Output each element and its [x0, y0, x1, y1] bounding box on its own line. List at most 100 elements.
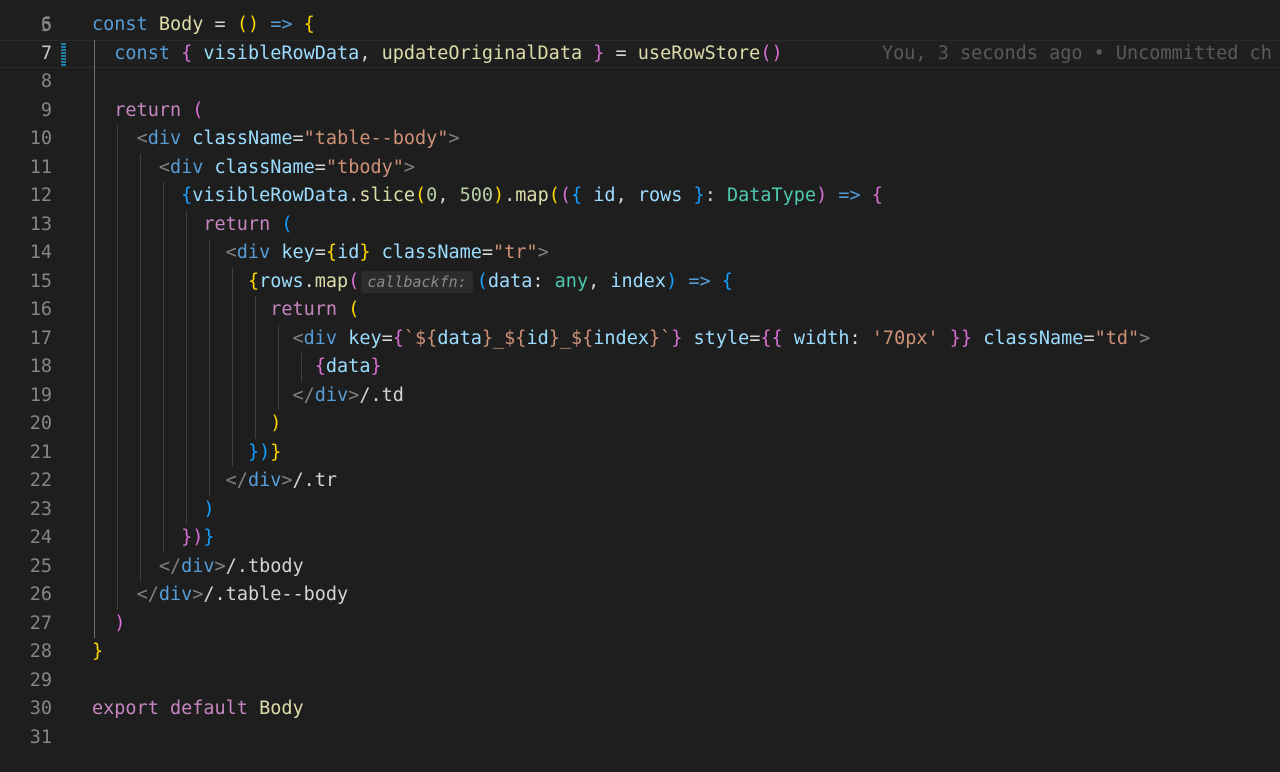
line-number: 24: [29, 527, 52, 548]
code-line[interactable]: 8: [0, 68, 1280, 97]
code-token: {: [871, 185, 883, 206]
code-text: <div key={id} className="tr">: [92, 239, 549, 268]
code-line[interactable]: 7 const { visibleRowData, updateOriginal…: [0, 39, 1280, 68]
code-token: {{: [760, 327, 783, 349]
code-line[interactable]: 25 </div>/.tbody: [0, 553, 1280, 582]
code-line[interactable]: 11 <div className="tbody">: [0, 154, 1280, 183]
code-line[interactable]: 20 ): [0, 410, 1280, 439]
code-line[interactable]: 13 return (: [0, 211, 1280, 240]
code-line-partial[interactable]: 5: [0, 0, 1280, 36]
code-token: {: [314, 356, 326, 377]
code-token: =: [314, 156, 326, 178]
line-number: 23: [29, 498, 52, 520]
code-token: }`: [648, 327, 672, 349]
code-token: div: [314, 384, 349, 406]
code-token: updateOriginalData: [381, 42, 583, 64]
line-number: 19: [29, 384, 52, 406]
code-line[interactable]: 28}: [0, 638, 1280, 667]
code-line[interactable]: 15 {rows.map(callbackfn: (data: any, inde…: [0, 268, 1280, 297]
code-line[interactable]: 24 })}: [0, 524, 1280, 553]
code-line[interactable]: 14 <div key={id} className="tr">: [0, 239, 1280, 268]
code-token: "tbody": [325, 156, 404, 178]
code-token: </: [292, 384, 315, 406]
git-modified-indicator[interactable]: [61, 42, 66, 66]
code-token: :: [704, 185, 727, 206]
code-line[interactable]: 21 })}: [0, 439, 1280, 468]
code-line[interactable]: 16 return (: [0, 296, 1280, 325]
code-token: {: [303, 14, 315, 35]
code-token: (: [415, 185, 427, 206]
code-line[interactable]: 31: [0, 724, 1280, 753]
code-token: map: [515, 185, 549, 206]
indent-guide: [117, 125, 118, 610]
code-token: =: [604, 42, 638, 64]
code-token: id: [337, 242, 360, 263]
code-line[interactable]: 18 {data}: [0, 353, 1280, 382]
code-line[interactable]: 12 {visibleRowData.slice(0, 500).map(({ …: [0, 182, 1280, 211]
code-token: }: [203, 527, 215, 548]
line-number: 8: [40, 71, 52, 92]
code-line[interactable]: 9 return (: [0, 97, 1280, 126]
code-line[interactable]: 23 ): [0, 496, 1280, 525]
code-token: id: [526, 327, 549, 349]
code-token: <: [292, 327, 304, 349]
code-token: ): [493, 185, 505, 206]
code-text: return (: [92, 211, 292, 240]
code-line[interactable]: 10 <div className="table--body">: [0, 125, 1280, 154]
code-line[interactable]: 26 </div>/.table--body: [0, 581, 1280, 610]
code-token: }: [359, 242, 371, 263]
code-line[interactable]: 17 <div key={`${data}_${id}_${index}`} s…: [0, 325, 1280, 354]
code-token: }: [92, 641, 104, 662]
code-token: >: [348, 384, 360, 406]
code-line[interactable]: 19 </div>/.td: [0, 382, 1280, 411]
code-token: .: [504, 185, 516, 206]
line-number: 11: [29, 156, 52, 178]
code-token: >: [192, 584, 204, 605]
code-token: className: [983, 327, 1084, 349]
code-token: </: [136, 584, 159, 605]
code-token: Body: [158, 14, 204, 35]
code-line[interactable]: 29: [0, 667, 1280, 696]
code-token: >: [448, 128, 460, 149]
code-token: =: [203, 14, 237, 35]
code-text: }: [92, 638, 103, 667]
code-token: =: [749, 327, 761, 349]
code-token: =>: [688, 270, 711, 292]
line-number: 7: [40, 42, 52, 64]
code-token: (): [236, 14, 260, 35]
code-line[interactable]: 27 ): [0, 610, 1280, 639]
code-text: {visibleRowData.slice(0, 500).map(({ id,…: [92, 182, 883, 211]
code-token: (: [348, 270, 360, 292]
code-token: `${: [403, 327, 438, 349]
code-line[interactable]: 30 export default Body: [0, 695, 1280, 724]
code-line[interactable]: 6 const Body = () => {: [0, 11, 1280, 40]
code-token: :: [532, 270, 555, 292]
line-number: 10: [29, 128, 52, 149]
line-number: 26: [29, 584, 52, 605]
code-token: style: [693, 327, 750, 349]
code-line[interactable]: 22 </div>/.tr: [0, 467, 1280, 496]
indent-guide: [232, 267, 233, 467]
code-editor[interactable]: 5 6 const Body = () => {7 const { visible…: [0, 0, 1280, 772]
line-number: 18: [29, 356, 52, 377]
line-number: 17: [29, 327, 52, 349]
code-token: rows: [637, 185, 683, 206]
code-text: <div key={`${data}_${id}_${index}`} styl…: [92, 325, 1150, 354]
code-token: visibleRowData: [203, 42, 360, 64]
code-token: /.tr: [292, 470, 338, 491]
line-number: 22: [29, 470, 52, 491]
